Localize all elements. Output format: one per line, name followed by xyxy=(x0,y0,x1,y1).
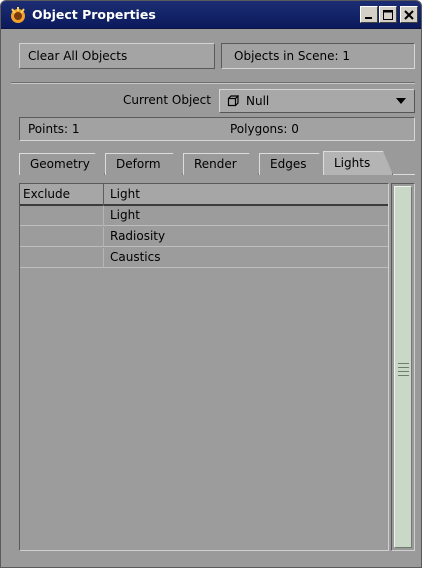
section-divider xyxy=(11,82,415,84)
dropdown-arrow-icon xyxy=(396,98,406,104)
column-header-light[interactable]: Light xyxy=(110,187,140,201)
current-object-label: Current Object xyxy=(123,93,211,107)
row-column-separator xyxy=(103,206,104,226)
title-bar[interactable]: Object Properties xyxy=(1,1,421,29)
tab-edges-label: Edges xyxy=(270,157,307,171)
list-item[interactable]: Light xyxy=(20,206,388,226)
column-separator[interactable] xyxy=(103,184,104,206)
tab-render[interactable]: Render xyxy=(183,153,259,175)
objects-in-scene-display: Objects in Scene: 1 xyxy=(221,43,415,69)
exclude-toggle[interactable] xyxy=(20,248,103,267)
exclude-toggle[interactable] xyxy=(20,206,103,225)
polygons-count: Polygons: 0 xyxy=(230,122,299,136)
close-button[interactable] xyxy=(400,6,418,23)
column-header-exclude[interactable]: Exclude xyxy=(23,187,70,201)
light-name: Radiosity xyxy=(110,229,166,243)
null-object-icon xyxy=(227,95,239,107)
objects-in-scene-text: Objects in Scene: 1 xyxy=(234,49,350,63)
lightwave-app-icon xyxy=(11,7,25,23)
row-column-separator xyxy=(103,227,104,247)
current-object-value: Null xyxy=(246,94,270,108)
tab-deform[interactable]: Deform xyxy=(105,153,183,175)
thumb-grip-line xyxy=(398,367,409,368)
points-count: Points: 1 xyxy=(28,122,80,136)
current-object-dropdown[interactable]: Null xyxy=(219,89,415,113)
clear-all-objects-label: Clear All Objects xyxy=(28,49,128,63)
close-icon xyxy=(404,9,414,20)
thumb-grip-line xyxy=(398,363,409,364)
geometry-counts-bar: Points: 1 Polygons: 0 xyxy=(19,117,415,141)
window-title: Object Properties xyxy=(32,7,156,22)
object-properties-window: Object Properties Clear All Objects Obje… xyxy=(0,0,422,568)
list-item[interactable]: Radiosity xyxy=(20,227,388,247)
tab-edges[interactable]: Edges xyxy=(259,153,329,175)
property-tabs: Geometry Deform Render Edges Lights xyxy=(19,151,415,175)
light-name: Caustics xyxy=(110,250,161,264)
clear-all-objects-button[interactable]: Clear All Objects xyxy=(19,43,215,69)
light-name: Light xyxy=(110,208,140,222)
row-column-separator xyxy=(103,248,104,268)
thumb-grip-line xyxy=(398,371,409,372)
tab-geometry-label: Geometry xyxy=(30,157,90,171)
exclude-toggle[interactable] xyxy=(20,227,103,246)
minimize-icon xyxy=(365,16,372,19)
tab-deform-label: Deform xyxy=(116,157,161,171)
light-exclusion-list[interactable]: Exclude Light Light Radiosity Caustics xyxy=(19,183,389,551)
tab-render-label: Render xyxy=(194,157,237,171)
tab-lights[interactable]: Lights xyxy=(323,151,393,175)
list-header: Exclude Light xyxy=(20,184,388,206)
scrollbar-thumb[interactable] xyxy=(394,186,412,548)
maximize-button[interactable] xyxy=(379,6,397,23)
tab-lights-label: Lights xyxy=(334,156,371,170)
maximize-icon xyxy=(383,9,393,20)
thumb-grip-line xyxy=(398,375,409,376)
list-scrollbar[interactable] xyxy=(391,183,415,551)
minimize-button[interactable] xyxy=(360,6,378,23)
tab-geometry[interactable]: Geometry xyxy=(19,153,105,175)
list-item[interactable]: Caustics xyxy=(20,248,388,268)
